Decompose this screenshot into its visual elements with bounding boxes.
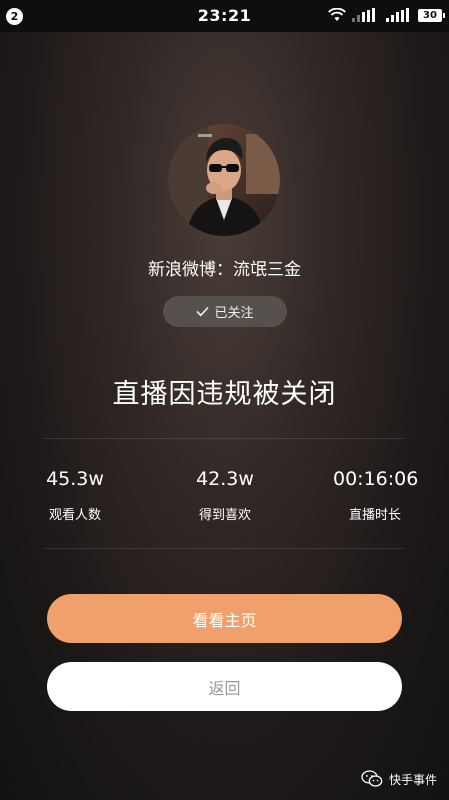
divider: [44, 548, 404, 549]
stat-likes: 42.3w 得到喜欢: [194, 468, 256, 523]
stat-duration: 00:16:06 直播时长: [333, 468, 419, 523]
view-homepage-button[interactable]: 看看主页: [47, 594, 402, 643]
stat-label: 得到喜欢: [198, 508, 251, 523]
live-closed-title: 直播因违规被关闭: [112, 379, 337, 410]
wechat-watermark: 快手事件: [361, 770, 437, 788]
stat-value: 42.3w: [196, 468, 254, 490]
stat-viewers: 45.3w 观看人数: [44, 468, 106, 523]
status-bar: 2 23:21 30: [0, 0, 449, 32]
user-avatar[interactable]: [168, 124, 280, 236]
wechat-icon: [361, 770, 383, 787]
signal-icon: [386, 8, 409, 22]
live-ended-screen: 2 23:21 30 新浪微博：流氓三金 已关注 直播因违规被关闭 45.3w …: [0, 0, 449, 800]
username: 新浪微博：流氓三金: [148, 260, 301, 280]
follow-status-button[interactable]: 已关注: [163, 296, 287, 327]
avatar-photo: [168, 124, 280, 236]
watermark-text: 快手事件: [388, 772, 437, 787]
divider: [44, 438, 404, 439]
stat-label: 观看人数: [48, 508, 101, 523]
status-time: 23:21: [197, 6, 252, 25]
stat-value: 45.3w: [46, 468, 104, 490]
stat-label: 直播时长: [348, 508, 401, 523]
stat-value: 00:16:06: [333, 468, 419, 490]
wifi-icon: [328, 8, 346, 21]
checkmark-icon: [196, 306, 210, 317]
follow-label: 已关注: [214, 306, 254, 321]
battery-indicator: 30: [418, 9, 445, 22]
back-button[interactable]: 返回: [47, 662, 402, 711]
signal-icon: [352, 8, 375, 22]
